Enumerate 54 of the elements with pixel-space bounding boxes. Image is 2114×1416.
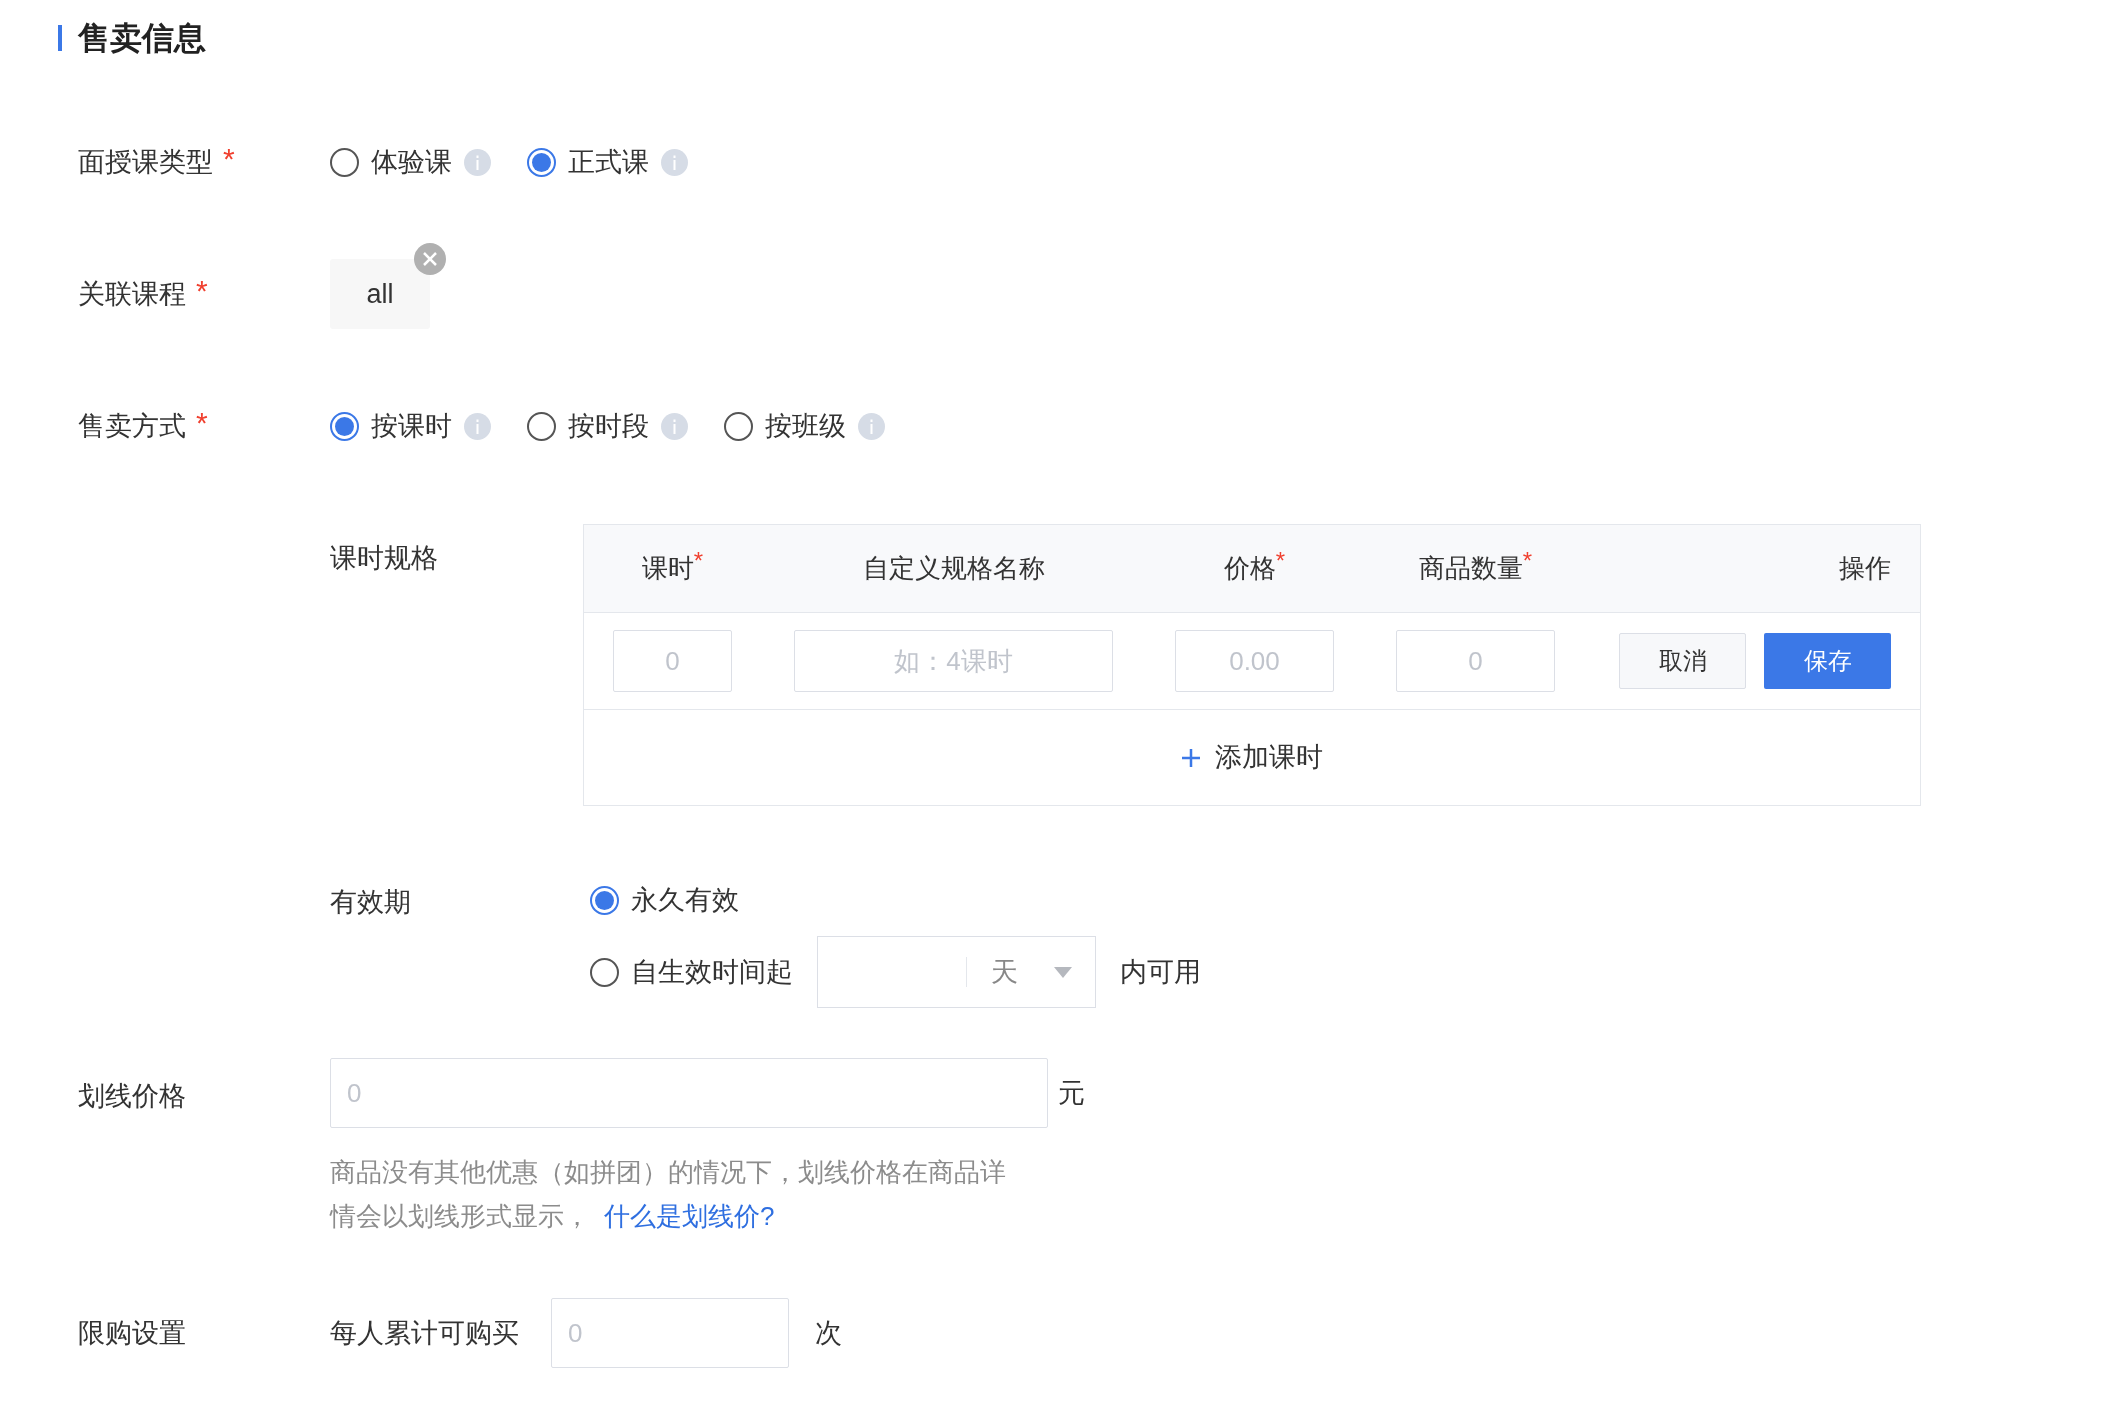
radio-button[interactable]	[724, 411, 753, 441]
field-label: 售卖方式	[78, 409, 186, 443]
radio-label[interactable]: 永久有效	[631, 879, 739, 921]
table-input[interactable]: 0	[613, 630, 732, 692]
table-input[interactable]: 如：4课时	[794, 630, 1113, 692]
section-accent-bar	[58, 25, 62, 51]
unit-text: 元	[1058, 1076, 1085, 1110]
radio-label[interactable]: 按班级	[765, 405, 846, 447]
radio-button[interactable]	[590, 885, 619, 915]
plus-icon	[1181, 747, 1201, 768]
field-label: 有效期	[330, 886, 412, 919]
field-label: 面授课类型	[78, 145, 213, 179]
unit-select[interactable]: 天	[991, 951, 1018, 993]
column-header: 商品数量	[1418, 553, 1523, 585]
radio-button[interactable]	[330, 147, 359, 177]
field-label: 课时规格	[330, 542, 439, 575]
caret-icon	[1054, 966, 1072, 978]
cancel-button[interactable]: 取消	[1619, 633, 1746, 689]
radio-label[interactable]: 体验课	[371, 141, 452, 183]
help-text: 商品没有其他优惠（如拼团）的情况下，划线价格在商品详情会以划线形式显示， 什么是划线价?	[330, 1156, 1007, 1233]
required-mark: *	[196, 404, 208, 441]
radio-label[interactable]: 正式课	[568, 141, 649, 183]
table-input[interactable]: 0.00	[1175, 630, 1334, 692]
radio-label[interactable]: 按时段	[568, 405, 649, 447]
required-mark: *	[1522, 546, 1533, 574]
limit-prefix: 每人累计可购买	[330, 1316, 520, 1350]
required-mark: *	[196, 272, 208, 309]
help-link[interactable]: 什么是划线价?	[604, 1201, 775, 1231]
column-header: 自定义规格名称	[862, 552, 1045, 585]
column-header: 操作	[1839, 552, 1891, 585]
column-header: 价格	[1223, 553, 1276, 585]
radio-button[interactable]	[590, 957, 619, 987]
field-label: 关联课程	[78, 277, 186, 311]
field-label: 限购设置	[78, 1316, 187, 1350]
table-input[interactable]: 0	[1396, 630, 1555, 692]
radio-button[interactable]	[527, 411, 556, 441]
suffix-text: 内可用	[1120, 955, 1201, 989]
column-header: 课时	[641, 553, 694, 585]
radio-label[interactable]: 自生效时间起	[631, 951, 793, 993]
duration-field[interactable]: 天	[817, 936, 1096, 1008]
course-tag: all	[330, 259, 430, 329]
radio-button[interactable]	[330, 411, 359, 441]
field-label: 划线价格	[78, 1080, 187, 1113]
strike-price-input[interactable]: 0	[330, 1058, 1048, 1128]
unit-text: 次	[815, 1316, 842, 1350]
save-button[interactable]: 保存	[1764, 633, 1891, 689]
required-mark: *	[1275, 546, 1286, 574]
radio-button[interactable]	[527, 147, 556, 177]
required-mark: *	[693, 546, 704, 574]
add-lesson-button[interactable]: 添加课时	[1181, 737, 1323, 778]
required-mark: *	[223, 140, 235, 177]
limit-input[interactable]: 0	[551, 1298, 789, 1368]
section-title: 售卖信息	[78, 19, 206, 58]
radio-label[interactable]: 按课时	[371, 405, 452, 447]
